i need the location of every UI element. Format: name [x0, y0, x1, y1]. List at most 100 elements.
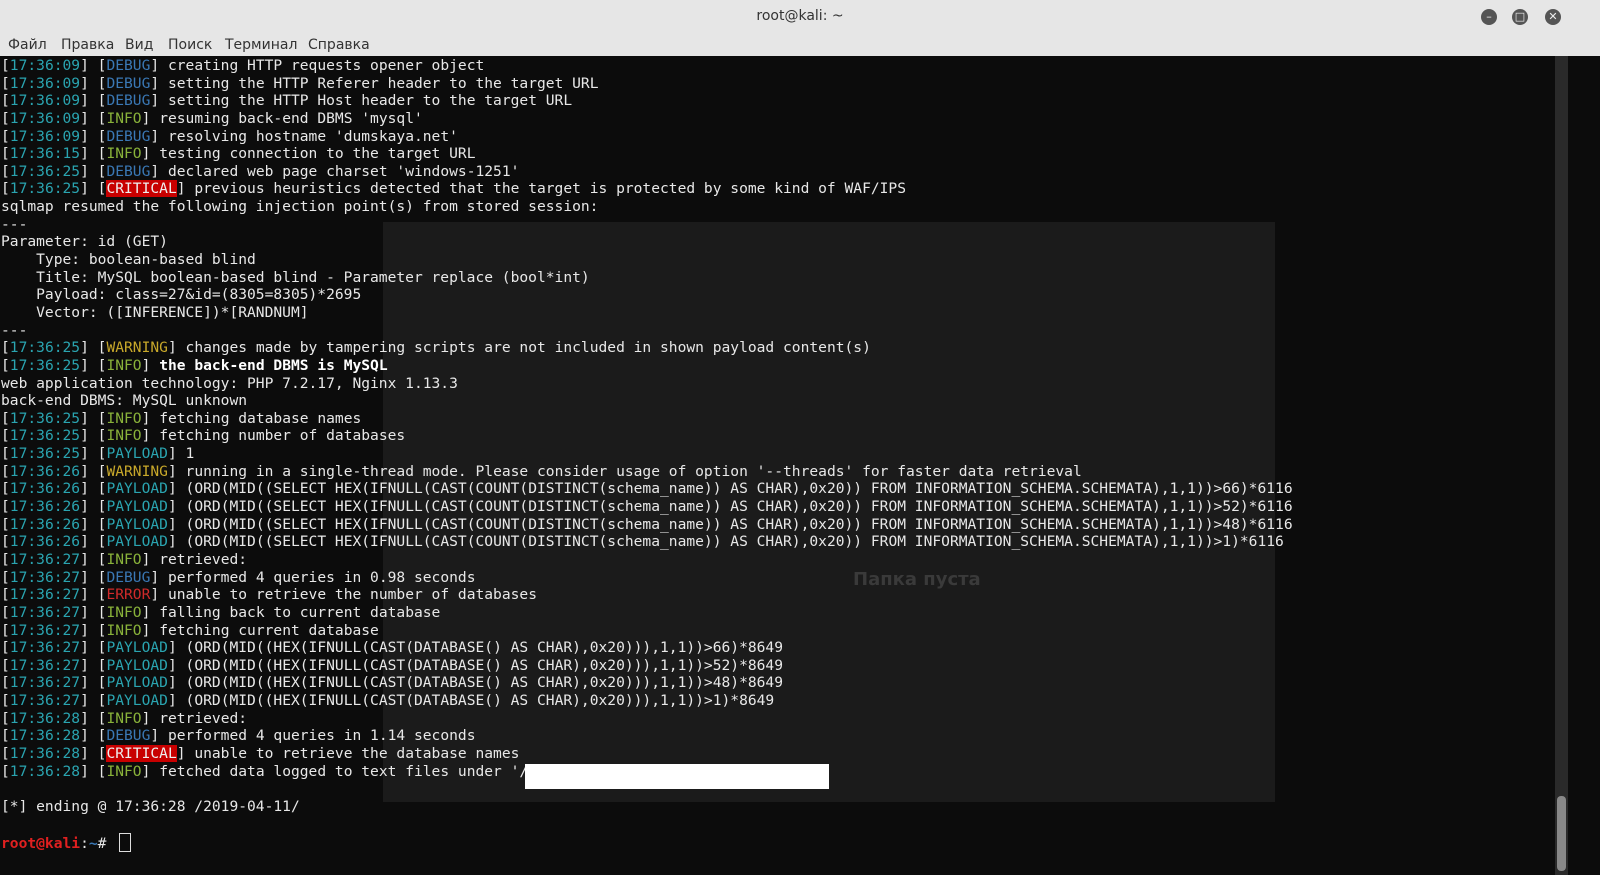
terminal-line: [17:36:25] [DEBUG] declared web page cha…	[1, 162, 520, 180]
log-timestamp: 17:36:27	[9, 692, 81, 710]
terminal-line: [17:36:09] [DEBUG] creating HTTP request…	[1, 57, 485, 74]
log-message: Type: boolean-based blind	[1, 251, 256, 269]
log-timestamp: 17:36:25	[9, 162, 81, 180]
scrollbar[interactable]	[1555, 56, 1568, 875]
scrollbar-thumb[interactable]	[1557, 796, 1566, 871]
log-timestamp: 17:36:27	[9, 568, 81, 586]
log-timestamp: 17:36:28	[9, 709, 81, 727]
log-message: fetching database names	[159, 409, 362, 427]
terminal-output[interactable]: Папка пуста [17:36:09] [DEBUG] creating …	[0, 56, 1586, 875]
terminal-line: [17:36:09] [DEBUG] setting the HTTP Host…	[1, 92, 573, 110]
log-message: Parameter: id (GET)	[1, 233, 168, 251]
prompt-separator: :	[80, 835, 89, 853]
log-message: performed 4 queries in 1.14 seconds	[167, 727, 476, 745]
log-message: resuming back-end DBMS 'mysql'	[159, 109, 423, 127]
log-timestamp: 17:36:27	[9, 656, 81, 674]
log-timestamp: 17:36:26	[9, 498, 81, 516]
terminal-line: [17:36:09] [DEBUG] setting the HTTP Refe…	[1, 74, 599, 92]
menu-view[interactable]: Вид	[125, 37, 153, 53]
close-icon[interactable]: ✕	[1545, 9, 1561, 25]
terminal-line: [17:36:25] [INFO] fetching database name…	[1, 409, 362, 427]
redacted-path	[525, 764, 829, 789]
terminal-line: [17:36:27] [PAYLOAD] (ORD(MID((HEX(IFNUL…	[1, 656, 784, 674]
menu-terminal[interactable]: Терминал	[225, 37, 297, 53]
log-level-debug: DEBUG	[106, 57, 151, 74]
terminal-line: [17:36:28] [CRITICAL] unable to retrieve…	[1, 744, 520, 762]
log-message: declared web page charset 'windows-1251'	[167, 162, 520, 180]
log-level-info: INFO	[106, 409, 142, 427]
log-timestamp: 17:36:26	[9, 480, 81, 498]
log-level-info: INFO	[106, 603, 142, 621]
log-message: Title: MySQL boolean-based blind - Param…	[1, 268, 590, 286]
log-timestamp: 17:36:25	[9, 427, 81, 445]
maximize-icon[interactable]: □	[1512, 9, 1528, 25]
log-message: (ORD(MID((SELECT HEX(IFNULL(CAST(COUNT(D…	[185, 480, 1293, 498]
log-timestamp: 17:36:27	[9, 639, 81, 657]
menu-help[interactable]: Справка	[308, 37, 370, 53]
log-timestamp: 17:36:09	[9, 74, 81, 92]
log-message: (ORD(MID((HEX(IFNULL(CAST(DATABASE() AS …	[185, 656, 784, 674]
log-message: running in a single-thread mode. Please …	[185, 462, 1082, 480]
minimize-icon[interactable]: –	[1481, 9, 1497, 25]
log-timestamp: 17:36:09	[9, 92, 81, 110]
terminal-line: [17:36:27] [ERROR] unable to retrieve th…	[1, 586, 537, 604]
log-timestamp: 17:36:28	[9, 762, 81, 780]
terminal-line: [17:36:27] [INFO] falling back to curren…	[1, 603, 441, 621]
log-timestamp: 17:36:25	[9, 180, 81, 198]
terminal-line: back-end DBMS: MySQL unknown	[1, 392, 1293, 410]
log-level-payload: PAYLOAD	[106, 445, 168, 463]
terminal-line: [17:36:15] [INFO] testing connection to …	[1, 145, 476, 163]
window-title: root@kali: ~	[756, 8, 844, 24]
terminal-line: [17:36:27] [DEBUG] performed 4 queries i…	[1, 568, 476, 586]
log-timestamp: 17:36:27	[9, 674, 81, 692]
log-message: Payload: class=27&id=(8305=8305)*2695	[1, 286, 362, 304]
log-timestamp: 17:36:09	[9, 127, 81, 145]
terminal-line: [17:36:27] [INFO] fetching current datab…	[1, 621, 379, 639]
terminal-line: Vector: ([INFERENCE])*[RANDNUM]	[1, 304, 1293, 322]
log-message: previous heuristics detected that the ta…	[194, 180, 907, 198]
terminal-line: [17:36:26] [PAYLOAD] (ORD(MID((SELECT HE…	[1, 498, 1293, 516]
log-timestamp: 17:36:28	[9, 744, 81, 762]
cursor[interactable]	[119, 833, 132, 853]
log-message: resolving hostname 'dumskaya.net'	[167, 127, 458, 145]
log-timestamp: 17:36:09	[9, 57, 81, 74]
log-level-payload: PAYLOAD	[106, 533, 168, 551]
log-level-info: INFO	[106, 427, 142, 445]
log-timestamp: 17:36:25	[9, 409, 81, 427]
terminal-line: [17:36:27] [PAYLOAD] (ORD(MID((HEX(IFNUL…	[1, 674, 784, 692]
menu-edit[interactable]: Правка	[61, 37, 114, 53]
menu-bar: Файл Правка Вид Поиск Терминал Справка	[0, 34, 1600, 56]
log-level-payload: PAYLOAD	[106, 692, 168, 710]
title-bar: root@kali: ~ – □ ✕	[0, 0, 1600, 34]
log-message: (ORD(MID((HEX(IFNULL(CAST(DATABASE() AS …	[185, 674, 784, 692]
terminal-line: Parameter: id (GET)	[1, 233, 1293, 251]
terminal-line: [17:36:28] [INFO] retrieved:	[1, 709, 248, 727]
log-level-info: INFO	[106, 709, 142, 727]
log-level-payload: PAYLOAD	[106, 656, 168, 674]
log-level-warning: WARNING	[106, 339, 168, 357]
log-message: (ORD(MID((SELECT HEX(IFNULL(CAST(COUNT(D…	[185, 498, 1293, 516]
prompt-user: root@kali	[1, 835, 81, 853]
terminal-line: [17:36:26] [PAYLOAD] (ORD(MID((SELECT HE…	[1, 480, 1293, 498]
log-timestamp: 17:36:27	[9, 586, 81, 604]
log-level-debug: DEBUG	[106, 92, 151, 110]
log-level-payload: PAYLOAD	[106, 515, 168, 533]
terminal-line: Type: boolean-based blind	[1, 251, 1293, 269]
log-level-info: INFO	[106, 145, 142, 163]
prompt-symbol: #	[97, 835, 116, 853]
log-message: fetching current database	[159, 621, 379, 639]
terminal-line: [17:36:26] [PAYLOAD] (ORD(MID((SELECT HE…	[1, 515, 1293, 533]
log-message: 1	[185, 445, 195, 463]
log-timestamp: 17:36:26	[9, 515, 81, 533]
menu-search[interactable]: Поиск	[168, 37, 212, 53]
log-level-debug: DEBUG	[106, 162, 151, 180]
log-level-payload: PAYLOAD	[106, 480, 168, 498]
terminal-line: [*] ending @ 17:36:28 /2019-04-11/	[1, 798, 1293, 816]
terminal-line: [17:36:26] [WARNING] running in a single…	[1, 462, 1082, 480]
log-message: testing connection to the target URL	[159, 145, 476, 163]
log-message: [*] ending @ 17:36:28 /2019-04-11/	[1, 797, 300, 815]
menu-file[interactable]: Файл	[8, 37, 47, 53]
log-message: ---	[1, 215, 28, 233]
log-timestamp: 17:36:09	[9, 109, 81, 127]
